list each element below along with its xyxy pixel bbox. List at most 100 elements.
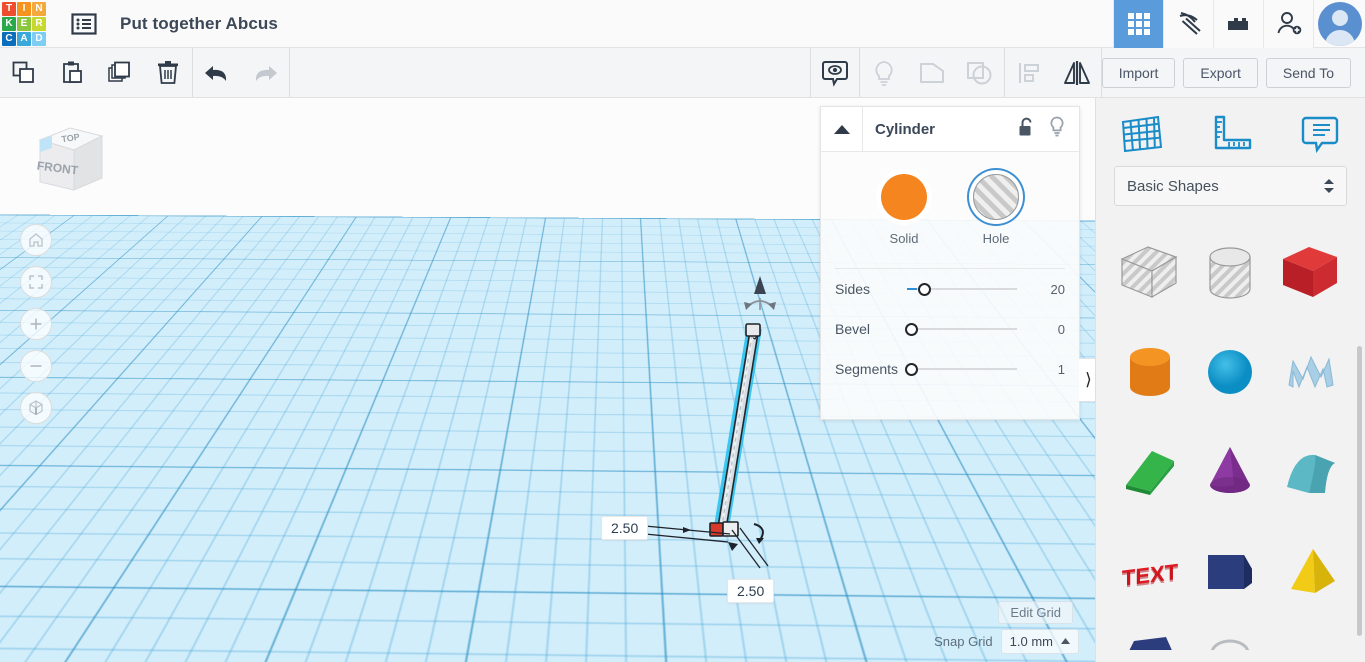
perspective-toggle-icon[interactable] — [20, 392, 52, 424]
lightbulb-icon[interactable] — [860, 48, 908, 97]
delete-trash-icon[interactable] — [144, 48, 192, 97]
caret-up-icon[interactable] — [821, 106, 863, 152]
zoom-out-icon[interactable] — [20, 350, 52, 382]
copy-icon[interactable] — [0, 48, 48, 97]
logo-letter: T — [2, 1, 16, 16]
shape-scribble[interactable] — [1271, 322, 1351, 422]
properties-header-icons — [1018, 116, 1065, 142]
shape-pyramid[interactable] — [1271, 522, 1351, 622]
shape-cone[interactable] — [1190, 422, 1270, 522]
lightbulb-icon[interactable] — [1049, 116, 1065, 142]
tinkercad-logo[interactable]: T I N K E R C A D — [2, 1, 46, 46]
list-menu-icon[interactable] — [60, 0, 108, 48]
hole-label: Hole — [982, 231, 1010, 246]
avatar-image — [1317, 1, 1362, 46]
sides-slider-knob[interactable] — [918, 282, 931, 296]
shape-wedge[interactable] — [1110, 422, 1190, 522]
dimension-label-x[interactable]: 2.50 — [601, 516, 649, 540]
group-shape-icon[interactable] — [908, 48, 956, 97]
redo-arrow-icon[interactable] — [241, 48, 289, 97]
segments-value: 1 — [1057, 361, 1065, 377]
shape-library-wrap: Basic Shapes — [1096, 166, 1365, 206]
logo-letter: A — [17, 31, 31, 46]
home-view-icon[interactable] — [20, 224, 52, 256]
send-to-button[interactable]: Send To — [1265, 57, 1351, 88]
unlock-icon[interactable] — [1018, 117, 1035, 142]
segments-slider[interactable] — [905, 359, 1031, 379]
chevron-updown-icon — [1324, 179, 1334, 193]
sides-value: 20 — [1050, 281, 1065, 297]
tinkercad-app: T I N K E R C A D Put together Abcus Imp… — [0, 0, 1365, 662]
bevel-slider-knob[interactable] — [905, 322, 918, 336]
shape-polygon[interactable] — [1190, 522, 1270, 622]
shape-mode-row: Solid Hole — [821, 170, 1079, 246]
logo-letter: R — [32, 16, 46, 31]
shape-roof[interactable] — [1271, 422, 1351, 522]
bevel-label: Bevel — [835, 321, 871, 337]
viewport-nav-controls — [20, 224, 52, 424]
view-cube[interactable]: TOP FRONT — [22, 116, 108, 200]
caret-up-icon — [1061, 638, 1070, 644]
hole-mode-button[interactable]: Hole — [973, 174, 1019, 246]
hole-pattern-swatch[interactable] — [973, 174, 1019, 220]
toolbar-divider — [289, 48, 290, 97]
shape-tube[interactable] — [1190, 622, 1270, 650]
segments-slider-knob[interactable] — [905, 362, 918, 376]
shape-cylinder[interactable] — [1110, 322, 1190, 422]
slider-segments: Segments 1 — [821, 349, 1079, 389]
properties-title: Cylinder — [875, 120, 936, 138]
export-button[interactable]: Export — [1183, 57, 1258, 88]
snap-grid-control: Snap Grid 1.0 mm — [934, 629, 1079, 654]
sidebar-scrollbar[interactable] — [1357, 346, 1362, 636]
shape-library-value: Basic Shapes — [1127, 177, 1219, 195]
properties-header: Cylinder — [821, 106, 1079, 152]
shape-properties-panel: Cylinder Solid Hole Sides 20 Bevel 0 Seg… — [820, 106, 1080, 420]
gallery-grid-icon[interactable] — [1113, 0, 1163, 48]
pickaxe-icon[interactable] — [1163, 0, 1213, 48]
shape-box[interactable] — [1271, 222, 1351, 322]
mirror-icon[interactable] — [1053, 48, 1101, 97]
logo-letter: E — [17, 16, 31, 31]
shape-polygon-2[interactable] — [1110, 622, 1190, 650]
paste-icon[interactable] — [48, 48, 96, 97]
solid-mode-button[interactable]: Solid — [881, 174, 927, 246]
shape-cylinder-hole[interactable] — [1190, 222, 1270, 322]
dimension-label-y[interactable]: 2.50 — [727, 579, 775, 603]
segments-label: Segments — [835, 361, 899, 377]
sides-slider[interactable] — [907, 279, 1031, 299]
slider-sides: Sides 20 — [821, 269, 1079, 309]
sides-slider-fill — [907, 288, 917, 290]
shapes-grid: TEXT TEXT — [1096, 222, 1365, 650]
shape-library-select[interactable]: Basic Shapes — [1114, 166, 1347, 206]
zoom-in-icon[interactable] — [20, 308, 52, 340]
ruler-icon[interactable] — [1202, 110, 1258, 160]
main-toolbar: Import Export Send To — [0, 48, 1365, 98]
sides-label: Sides — [835, 281, 871, 297]
shape-text[interactable]: TEXT TEXT — [1110, 522, 1190, 622]
note-eye-icon[interactable] — [811, 48, 859, 97]
duplicate-icon[interactable] — [96, 48, 144, 97]
note-icon[interactable] — [1292, 110, 1348, 160]
ungroup-shape-icon[interactable] — [956, 48, 1004, 97]
workplane-icon[interactable] — [1113, 110, 1169, 160]
orientation-gizmo-icon[interactable] — [736, 272, 784, 314]
logo-letter: I — [17, 1, 31, 16]
lego-brick-icon[interactable] — [1213, 0, 1263, 48]
bevel-value: 0 — [1057, 321, 1065, 337]
solid-color-swatch[interactable] — [881, 174, 927, 220]
logo-letter: D — [32, 31, 46, 46]
add-person-icon[interactable] — [1263, 0, 1313, 48]
edit-grid-button[interactable]: Edit Grid — [998, 601, 1073, 624]
bevel-slider[interactable] — [905, 319, 1031, 339]
undo-arrow-icon[interactable] — [193, 48, 241, 97]
fit-to-view-icon[interactable] — [20, 266, 52, 298]
import-button[interactable]: Import — [1101, 57, 1176, 88]
shape-sphere[interactable] — [1190, 322, 1270, 422]
snap-grid-select[interactable]: 1.0 mm — [1000, 629, 1079, 654]
page-title: Put together Abcus — [120, 13, 278, 33]
shape-box-hole[interactable] — [1110, 222, 1190, 322]
solid-label: Solid — [889, 231, 919, 246]
align-icon[interactable] — [1005, 48, 1053, 97]
avatar[interactable] — [1313, 0, 1365, 48]
logo-letter: K — [2, 16, 16, 31]
